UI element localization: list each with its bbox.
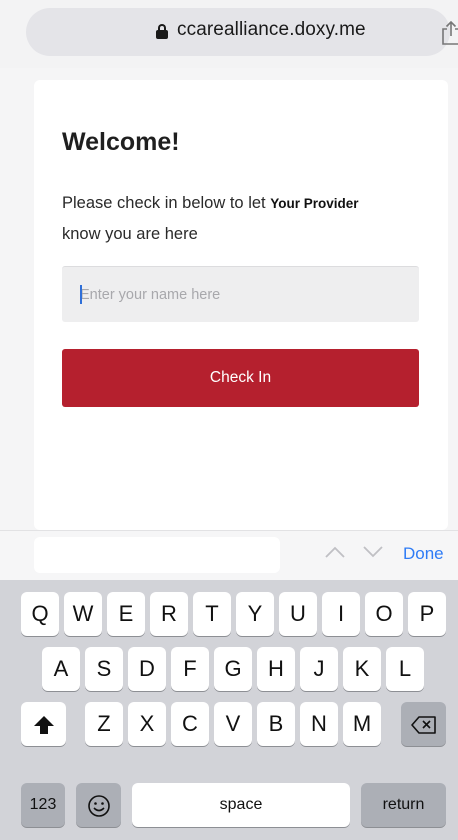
keyboard-accessory-bar: Done <box>0 530 458 580</box>
key-t[interactable]: T <box>193 592 231 636</box>
backspace-key[interactable] <box>401 702 446 746</box>
key-e[interactable]: E <box>107 592 145 636</box>
key-f[interactable]: F <box>171 647 209 691</box>
done-button[interactable]: Done <box>403 544 444 564</box>
url-text[interactable]: ccarealliance.doxy.me <box>177 19 366 41</box>
checkin-message: Please check in below to let Your Provid… <box>62 188 442 249</box>
key-u[interactable]: U <box>279 592 317 636</box>
space-key[interactable]: space <box>132 783 350 827</box>
lock-icon <box>156 24 168 39</box>
key-l[interactable]: L <box>386 647 424 691</box>
key-a[interactable]: A <box>42 647 80 691</box>
emoji-icon <box>87 795 110 817</box>
chevron-up-icon[interactable] <box>324 545 346 559</box>
key-d[interactable]: D <box>128 647 166 691</box>
key-i[interactable]: I <box>322 592 360 636</box>
key-p[interactable]: P <box>408 592 446 636</box>
provider-name: Your Provider <box>270 196 359 211</box>
key-r[interactable]: R <box>150 592 188 636</box>
share-icon[interactable] <box>440 20 458 46</box>
emoji-key[interactable] <box>76 783 121 827</box>
key-q[interactable]: Q <box>21 592 59 636</box>
browser-toolbar: ccarealliance.doxy.me <box>0 0 458 68</box>
key-z[interactable]: Z <box>85 702 123 746</box>
autofill-suggestion-area <box>34 537 280 573</box>
message-suffix: know you are here <box>62 225 198 243</box>
key-c[interactable]: C <box>171 702 209 746</box>
key-y[interactable]: Y <box>236 592 274 636</box>
shift-key[interactable] <box>21 702 66 746</box>
key-n[interactable]: N <box>300 702 338 746</box>
key-h[interactable]: H <box>257 647 295 691</box>
backspace-icon <box>410 716 436 734</box>
message-prefix: Please check in below to let <box>62 194 266 212</box>
key-v[interactable]: V <box>214 702 252 746</box>
key-o[interactable]: O <box>365 592 403 636</box>
key-k[interactable]: K <box>343 647 381 691</box>
address-bar[interactable]: ccarealliance.doxy.me <box>26 8 458 56</box>
name-input[interactable] <box>62 266 419 322</box>
key-j[interactable]: J <box>300 647 338 691</box>
checkin-card: Welcome! Please check in below to let Yo… <box>34 80 448 530</box>
text-cursor <box>80 285 82 304</box>
key-x[interactable]: X <box>128 702 166 746</box>
numbers-key[interactable]: 123 <box>21 783 65 827</box>
page-content: Welcome! Please check in below to let Yo… <box>0 68 458 530</box>
key-w[interactable]: W <box>64 592 102 636</box>
check-in-button[interactable]: Check In <box>62 349 419 407</box>
key-g[interactable]: G <box>214 647 252 691</box>
chevron-down-icon[interactable] <box>362 545 384 559</box>
return-key[interactable]: return <box>361 783 446 827</box>
key-b[interactable]: B <box>257 702 295 746</box>
welcome-title: Welcome! <box>62 128 180 156</box>
key-s[interactable]: S <box>85 647 123 691</box>
key-m[interactable]: M <box>343 702 381 746</box>
shift-icon <box>33 716 54 735</box>
on-screen-keyboard: Q W E R T Y U I O P A S D F G H J K L Z … <box>0 580 458 840</box>
